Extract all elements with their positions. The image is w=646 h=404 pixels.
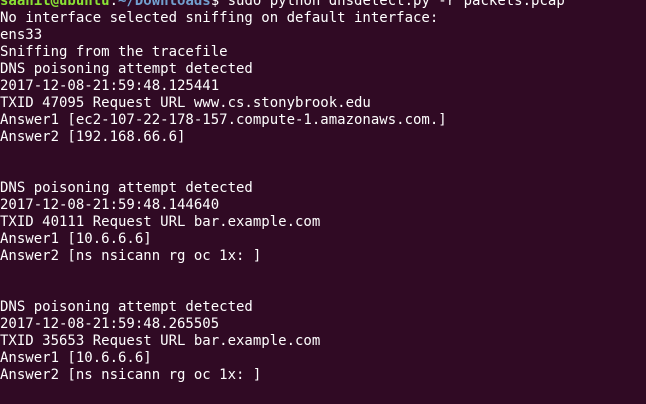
output-line: 2017-12-08-21:59:48.265505 xyxy=(0,316,220,332)
output-line: No interface selected sniffing on defaul… xyxy=(0,10,439,26)
prompt-path: ~/Downloads xyxy=(118,0,211,9)
output-line: ens33 xyxy=(0,27,43,43)
output-line: DNS poisoning attempt detected xyxy=(0,180,253,196)
output-line: Answer1 [10.6.6.6] xyxy=(0,350,152,366)
output-line: DNS poisoning attempt detected xyxy=(0,61,253,77)
output-line: Answer2 [ns nsicann rg oc 1x: ] xyxy=(0,248,262,264)
output-line: TXID 40111 Request URL bar.example.com xyxy=(0,214,321,230)
command-prompt-line: saahil@ubuntu:~/Downloads$ sudo python d… xyxy=(0,0,646,10)
output-line: Answer1 [ec2-107-22-178-157.compute-1.am… xyxy=(0,112,447,128)
prompt-symbol: $ xyxy=(210,0,228,9)
output-line: 2017-12-08-21:59:48.144640 xyxy=(0,197,220,213)
prompt-separator: : xyxy=(109,0,119,9)
output-line: Sniffing from the tracefile xyxy=(0,44,228,60)
output-line: DNS poisoning attempt detected xyxy=(0,299,253,315)
output-line: TXID 47095 Request URL www.cs.stonybrook… xyxy=(0,95,371,111)
output-line: TXID 35653 Request URL bar.example.com xyxy=(0,333,321,349)
output-line: Answer2 [192.168.66.6] xyxy=(0,129,186,145)
terminal-window[interactable]: saahil@ubuntu:~/Downloads$ sudo python d… xyxy=(0,0,646,404)
command-text: sudo python dnsdetect.py -r packets.pcap xyxy=(227,0,565,9)
output-line: 2017-12-08-21:59:48.125441 xyxy=(0,78,220,94)
output-line: Answer1 [10.6.6.6] xyxy=(0,231,152,247)
output-line: Answer2 [ns nsicann rg oc 1x: ] xyxy=(0,367,262,383)
prompt-user-host: saahil@ubuntu xyxy=(0,0,110,9)
